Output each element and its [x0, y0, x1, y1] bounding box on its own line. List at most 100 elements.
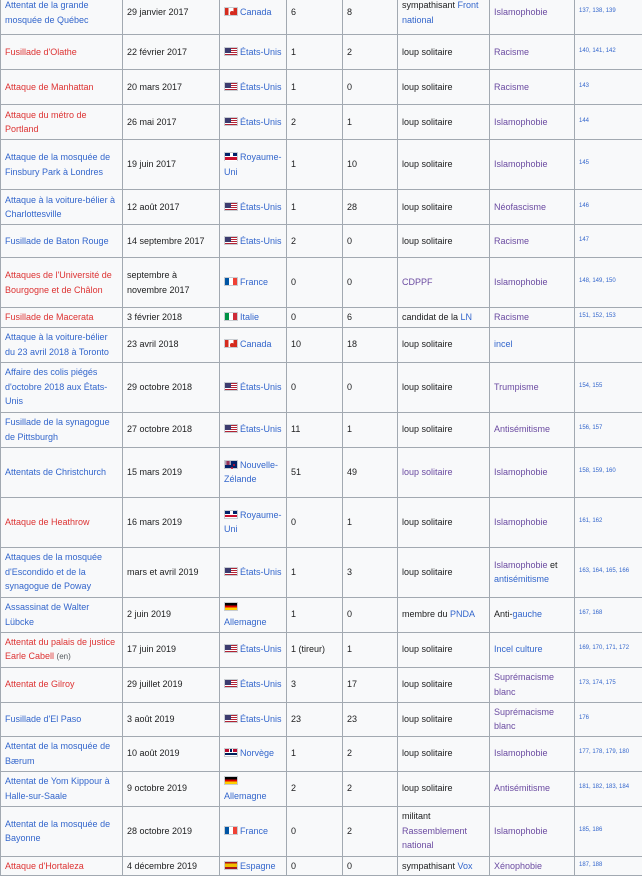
attack-link[interactable]: Fusillade de Baton Rouge — [5, 236, 109, 246]
motive-link[interactable]: Antisémitisme — [494, 783, 550, 793]
reference-links[interactable]: 147 — [579, 236, 589, 245]
perpetrator-link[interactable]: Rassemblement national — [402, 826, 467, 851]
country-link[interactable]: États-Unis — [240, 382, 282, 392]
reference-links[interactable]: 163, 164, 165, 166 — [579, 567, 629, 576]
country-link[interactable]: Canada — [240, 7, 272, 17]
attack-link[interactable]: Fusillade de la synagogue de Pittsburgh — [5, 417, 110, 442]
motive-link-2[interactable]: antisémitisme — [494, 574, 549, 584]
motive-link[interactable]: Islamophobie — [494, 159, 548, 169]
country-link[interactable]: France — [240, 826, 268, 836]
perpetrator-link[interactable]: loup solitaire — [402, 467, 453, 477]
reference-links[interactable]: 151, 152, 153 — [579, 312, 616, 321]
country-link[interactable]: Norvège — [240, 748, 274, 758]
attack-link[interactable]: Attaque de Manhattan — [5, 82, 94, 92]
attack-link[interactable]: Attentat de la mosquée de Bærum — [5, 741, 110, 766]
motive-link[interactable]: Suprémacisme blanc — [494, 707, 554, 732]
motive-link[interactable]: Trumpisme — [494, 382, 539, 392]
country-link[interactable]: Allemagne — [224, 617, 267, 627]
country-link[interactable]: États-Unis — [240, 202, 282, 212]
attack-link[interactable]: Attentat de Gilroy — [5, 679, 75, 689]
reference-links[interactable]: 185, 186 — [579, 826, 602, 835]
reference-links[interactable]: 169, 170, 171, 172 — [579, 644, 629, 653]
attack-link[interactable]: Assassinat de Walter Lübcke — [5, 602, 89, 627]
motive-link[interactable]: Islamophobie — [494, 517, 548, 527]
usa-flag-icon — [224, 82, 238, 91]
motive-link[interactable]: Islamophobie — [494, 826, 548, 836]
attack-link[interactable]: Attentat de Yom Kippour à Halle-sur-Saal… — [5, 776, 110, 801]
country-link[interactable]: Espagne — [240, 861, 276, 871]
usa-flag-icon — [224, 714, 238, 723]
reference-links[interactable]: 143 — [579, 82, 589, 91]
country-link[interactable]: États-Unis — [240, 714, 282, 724]
reference-links[interactable]: 156, 157 — [579, 424, 602, 433]
motive-link[interactable]: incel — [494, 339, 513, 349]
reference-links[interactable]: 177, 178, 179, 180 — [579, 748, 629, 757]
motive-link[interactable]: Islamophobie — [494, 277, 548, 287]
attack-link[interactable]: Attaque de Heathrow — [5, 517, 90, 527]
injured-count: 10 — [347, 159, 357, 169]
motive-link[interactable]: Incel culture — [494, 644, 543, 654]
perpetrator-link[interactable]: Vox — [458, 861, 473, 871]
reference-links[interactable]: 176 — [579, 714, 589, 723]
attack-link[interactable]: Attaques de l'Université de Bourgogne et… — [5, 270, 112, 295]
perpetrator-link[interactable]: LN — [461, 312, 473, 322]
country-link[interactable]: Italie — [240, 312, 259, 322]
reference-links[interactable]: 137, 138, 139 — [579, 7, 616, 16]
attack-link[interactable]: Fusillade d'El Paso — [5, 714, 81, 724]
perpetrator-link[interactable]: PNDA — [450, 609, 475, 619]
motive-link[interactable]: Suprémacisme blanc — [494, 672, 554, 697]
motive-link-2[interactable]: gauche — [513, 609, 543, 619]
attack-link[interactable]: Attentat de la mosquée de Bayonne — [5, 819, 110, 844]
language-link[interactable]: (en) — [57, 652, 71, 661]
reference-links[interactable]: 145 — [579, 159, 589, 168]
motive-link[interactable]: Islamophobie — [494, 7, 548, 17]
reference-links[interactable]: 161, 162 — [579, 517, 602, 526]
motive-link[interactable]: Islamophobie — [494, 560, 548, 570]
motive-link[interactable]: Néofascisme — [494, 202, 546, 212]
country-link[interactable]: États-Unis — [240, 47, 282, 57]
country-link[interactable]: France — [240, 277, 268, 287]
attack-link[interactable]: Attentat de la grande mosquée de Québec — [5, 0, 89, 25]
reference-links[interactable]: 173, 174, 175 — [579, 679, 616, 688]
country-link[interactable]: États-Unis — [240, 567, 282, 577]
reference-links[interactable]: 158, 159, 160 — [579, 467, 616, 476]
country-link[interactable]: États-Unis — [240, 679, 282, 689]
attack-link[interactable]: Attaque d'Hortaleza — [5, 861, 84, 871]
attack-link[interactable]: Attaques de la mosquée d'Escondido et de… — [5, 552, 102, 591]
reference-links[interactable]: 154, 155 — [579, 382, 602, 391]
motive-link[interactable]: Racisme — [494, 47, 529, 57]
attack-link[interactable]: Affaire des colis piégés d'octobre 2018 … — [5, 367, 107, 406]
attack-link[interactable]: Attaque à la voiture-bélier du 23 avril … — [5, 332, 109, 357]
attack-link[interactable]: Fusillade d'Olathe — [5, 47, 77, 57]
reference-links[interactable]: 167, 168 — [579, 609, 602, 618]
country-link[interactable]: États-Unis — [240, 644, 282, 654]
reference-links[interactable]: 144 — [579, 117, 589, 126]
reference-links[interactable]: 140, 141, 142 — [579, 47, 616, 56]
country-link[interactable]: Allemagne — [224, 791, 267, 801]
reference-links[interactable]: 146 — [579, 202, 589, 211]
injured-cell: 0 — [343, 597, 398, 632]
country-link[interactable]: États-Unis — [240, 117, 282, 127]
reference-links[interactable]: 181, 182, 183, 184 — [579, 783, 629, 792]
motive-link[interactable]: Xénophobie — [494, 861, 542, 871]
motive-link[interactable]: Islamophobie — [494, 117, 548, 127]
motive-link[interactable]: Racisme — [494, 82, 529, 92]
country-link[interactable]: États-Unis — [240, 236, 282, 246]
perpetrator-link[interactable]: CDPPF — [402, 277, 433, 287]
country-link[interactable]: États-Unis — [240, 424, 282, 434]
country-link[interactable]: Canada — [240, 339, 272, 349]
motive-cell: Xénophobie — [490, 856, 575, 876]
reference-links[interactable]: 148, 149, 150 — [579, 277, 616, 286]
motive-link[interactable]: Antisémitisme — [494, 424, 550, 434]
motive-link[interactable]: Islamophobie — [494, 467, 548, 477]
motive-link[interactable]: Islamophobie — [494, 748, 548, 758]
attack-link[interactable]: Attaque à la voiture-bélier à Charlottes… — [5, 195, 115, 220]
attack-link[interactable]: Fusillade de Macerata — [5, 312, 94, 322]
motive-link[interactable]: Racisme — [494, 236, 529, 246]
motive-link[interactable]: Racisme — [494, 312, 529, 322]
attack-link[interactable]: Attaque du métro de Portland — [5, 110, 87, 135]
attack-link[interactable]: Attaque de la mosquée de Finsbury Park à… — [5, 152, 110, 177]
reference-links[interactable]: 187, 188 — [579, 861, 602, 870]
country-link[interactable]: États-Unis — [240, 82, 282, 92]
attack-link[interactable]: Attentats de Christchurch — [5, 467, 106, 477]
